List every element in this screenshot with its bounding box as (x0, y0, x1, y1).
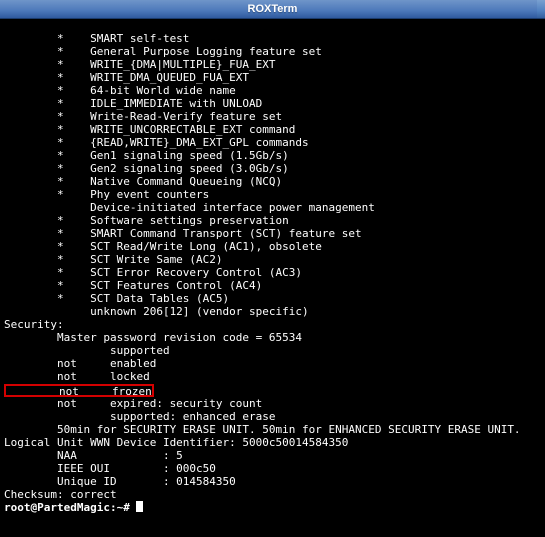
terminal-line: not locked (4, 370, 545, 383)
terminal-line: * Gen2 signaling speed (3.0Gb/s) (4, 162, 545, 175)
terminal-line: supported: enhanced erase (4, 410, 545, 423)
terminal-line: Security: (4, 318, 545, 331)
terminal-output[interactable]: * SMART self-test * General Purpose Logg… (0, 19, 545, 537)
terminal-line: * SCT Data Tables (AC5) (4, 292, 545, 305)
terminal-line: * 64-bit World wide name (4, 84, 545, 97)
window-titlebar-right (537, 0, 545, 18)
terminal-line: IEEE OUI : 000c50 (4, 462, 545, 475)
terminal-line: not expired: security count (4, 397, 545, 410)
terminal-line: * General Purpose Logging feature set (4, 45, 545, 58)
terminal-line: Master password revision code = 65534 (4, 331, 545, 344)
terminal-line: unknown 206[12] (vendor specific) (4, 305, 545, 318)
terminal-line: Unique ID : 014584350 (4, 475, 545, 488)
highlighted-line: not frozen (4, 383, 545, 397)
shell-prompt: root@PartedMagic:~# (4, 501, 136, 514)
terminal-line: * Native Command Queueing (NCQ) (4, 175, 545, 188)
terminal-line: * SCT Error Recovery Control (AC3) (4, 266, 545, 279)
cursor (136, 501, 143, 512)
terminal-line: * SMART self-test (4, 32, 545, 45)
terminal-line: * WRITE_UNCORRECTABLE_EXT command (4, 123, 545, 136)
terminal-line: * IDLE_IMMEDIATE with UNLOAD (4, 97, 545, 110)
terminal-line: * Phy event counters (4, 188, 545, 201)
terminal-line: 50min for SECURITY ERASE UNIT. 50min for… (4, 423, 545, 436)
terminal-line: not enabled (4, 357, 545, 370)
terminal-line: * Software settings preservation (4, 214, 545, 227)
terminal-line: * SCT Read/Write Long (AC1), obsolete (4, 240, 545, 253)
highlight-box: not frozen (4, 384, 154, 397)
terminal-line: NAA : 5 (4, 449, 545, 462)
terminal-line: * SCT Write Same (AC2) (4, 253, 545, 266)
terminal-line: * SMART Command Transport (SCT) feature … (4, 227, 545, 240)
terminal-line: * {READ,WRITE}_DMA_EXT_GPL commands (4, 136, 545, 149)
terminal-line: Logical Unit WWN Device Identifier: 5000… (4, 436, 545, 449)
terminal-line: * WRITE_{DMA|MULTIPLE}_FUA_EXT (4, 58, 545, 71)
prompt-line[interactable]: root@PartedMagic:~# (4, 501, 545, 514)
terminal-line: Checksum: correct (4, 488, 545, 501)
terminal-line: Device-initiated interface power managem… (4, 201, 545, 214)
window-title: ROXTerm (248, 3, 298, 16)
terminal-line: * SCT Features Control (AC4) (4, 279, 545, 292)
terminal-line: supported (4, 344, 545, 357)
window-titlebar[interactable]: ROXTerm (0, 0, 545, 19)
terminal-line: * Gen1 signaling speed (1.5Gb/s) (4, 149, 545, 162)
terminal-line: * Write-Read-Verify feature set (4, 110, 545, 123)
terminal-line: * WRITE_DMA_QUEUED_FUA_EXT (4, 71, 545, 84)
